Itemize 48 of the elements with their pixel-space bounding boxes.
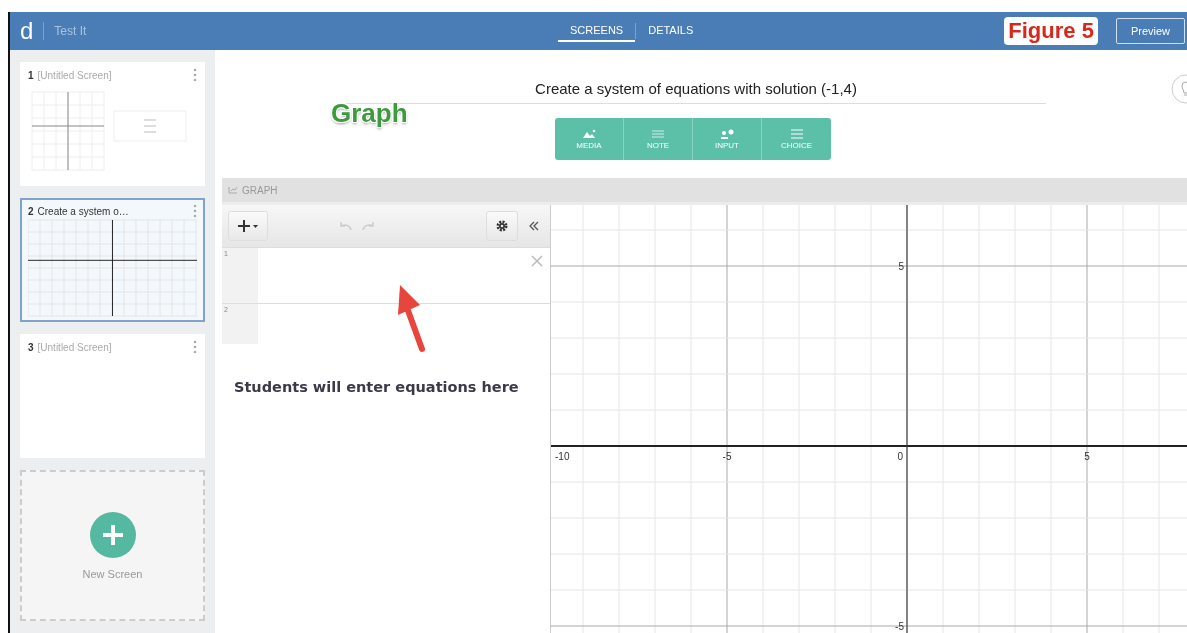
more-icon[interactable] <box>193 204 197 218</box>
add-component-button[interactable]: MEDIA <box>555 118 624 160</box>
prompt-text[interactable]: Create a system of equations with solution (-1,4) <box>346 80 1046 104</box>
screen-title: Create a system o… <box>37 205 129 217</box>
add-component-button[interactable]: NOTE <box>624 118 693 160</box>
add-item-button[interactable] <box>228 211 268 241</box>
close-icon[interactable] <box>530 254 544 268</box>
more-icon[interactable] <box>193 340 197 354</box>
settings-button[interactable] <box>486 211 518 241</box>
x-tick-label: 5 <box>1084 451 1090 462</box>
screen-title: [Untitled Screen] <box>37 341 112 353</box>
settings-icon <box>495 219 509 233</box>
logo[interactable]: d <box>20 19 34 43</box>
add-component-button[interactable]: INPUT <box>693 118 762 160</box>
y-tick-label: 5 <box>898 261 904 272</box>
screen-card[interactable]: 1 [Untitled Screen] <box>20 62 205 186</box>
x-tick-label: -5 <box>722 451 732 462</box>
preview-button[interactable]: Preview <box>1115 18 1185 44</box>
graph-component-icon <box>228 186 238 194</box>
add-component-button[interactable]: CHOICE <box>762 118 831 160</box>
figure-label: Figure 5 <box>1004 17 1098 45</box>
more-icon[interactable] <box>193 68 197 82</box>
input-icon <box>720 128 734 139</box>
coordinate-graph[interactable]: -10 -5 0 5 5 -5 <box>551 205 1187 633</box>
screen-card[interactable]: 2 Create a system o… <box>20 198 205 322</box>
screen-card[interactable]: 3 [Untitled Screen] <box>20 334 205 458</box>
activity-title: Test It <box>54 24 87 38</box>
redo-icon[interactable] <box>361 220 377 232</box>
screen-number: 2 <box>28 205 34 217</box>
list-icon <box>789 128 804 139</box>
screen-number: 1 <box>28 69 34 81</box>
component-type-label: GRAPH <box>242 184 278 196</box>
tab[interactable]: DETAILS <box>636 20 706 42</box>
new-screen-button[interactable]: New Screen <box>20 470 205 621</box>
plus-caret-icon <box>237 219 259 233</box>
image-icon <box>582 128 596 139</box>
note-icon <box>651 128 665 139</box>
new-screen-label: New Screen <box>82 567 143 580</box>
plus-icon <box>89 511 136 558</box>
x-tick-label: 0 <box>897 451 903 462</box>
screen-title: [Untitled Screen] <box>37 69 112 81</box>
double-chevron-icon <box>528 220 540 232</box>
callout-text: Students will enter equations here <box>234 379 519 395</box>
y-tick-label: -5 <box>895 621 904 632</box>
screen-number: 3 <box>28 341 34 353</box>
x-tick-label: -10 <box>555 451 570 462</box>
undo-icon[interactable] <box>337 220 353 232</box>
tab[interactable]: SCREENS <box>558 20 636 42</box>
